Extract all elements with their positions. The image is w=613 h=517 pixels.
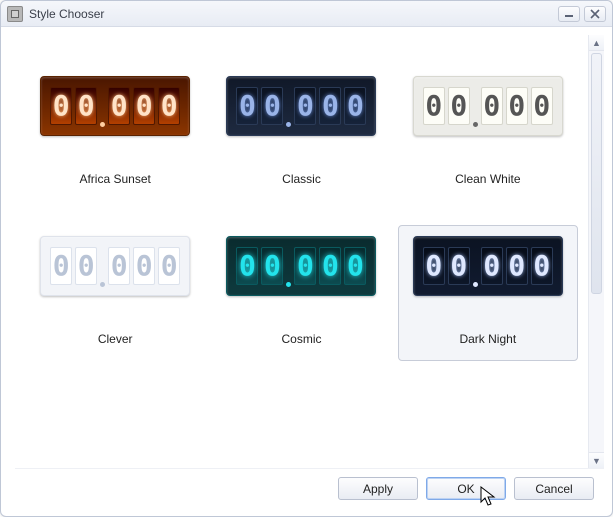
decimal-dot (473, 122, 478, 127)
digit: 0 (481, 87, 503, 125)
digit: 0 (108, 247, 130, 285)
style-label: Clean White (455, 172, 520, 186)
digit: 0 (236, 247, 258, 285)
scroll-down-button[interactable]: ▼ (589, 452, 604, 468)
close-icon (590, 9, 600, 19)
scroll-up-button[interactable]: ▲ (589, 35, 604, 51)
digit: 0 (133, 87, 155, 125)
vertical-scrollbar[interactable]: ▲ ▼ (588, 35, 604, 468)
style-thumbnail: 00000 (40, 236, 190, 296)
style-item-darknight[interactable]: 00000Dark Night (398, 225, 578, 361)
style-item-clever[interactable]: 00000Clever (25, 225, 205, 361)
digit: 0 (236, 87, 258, 125)
digit: 0 (133, 247, 155, 285)
style-thumbnail: 00000 (413, 236, 563, 296)
digit: 0 (261, 247, 283, 285)
digit: 0 (448, 87, 470, 125)
style-label: Clever (98, 332, 133, 346)
digit: 0 (531, 87, 553, 125)
digit: 0 (294, 247, 316, 285)
digit: 0 (75, 87, 97, 125)
dialog-button-row: Apply OK Cancel (15, 468, 604, 508)
style-item-africa[interactable]: 00000Africa Sunset (25, 65, 205, 201)
client-area: 00000Africa Sunset00000Classic00000Clean… (1, 27, 612, 516)
digit: 0 (423, 247, 445, 285)
style-chooser-window: Style Chooser 00000Africa Sunset00000Cla… (0, 0, 613, 517)
digit: 0 (294, 87, 316, 125)
decimal-dot (286, 122, 291, 127)
digit: 0 (108, 87, 130, 125)
digit: 0 (423, 87, 445, 125)
style-item-classic[interactable]: 00000Classic (211, 65, 391, 201)
digit: 0 (506, 247, 528, 285)
digit: 0 (158, 87, 180, 125)
apply-button[interactable]: Apply (338, 477, 418, 500)
cancel-button[interactable]: Cancel (514, 477, 594, 500)
minimize-icon (564, 10, 574, 18)
digit: 0 (344, 87, 366, 125)
style-label: Cosmic (281, 332, 321, 346)
style-label: Dark Night (459, 332, 516, 346)
digit: 0 (319, 87, 341, 125)
window-title: Style Chooser (29, 7, 104, 21)
decimal-dot (100, 282, 105, 287)
style-label: Classic (282, 172, 321, 186)
close-button[interactable] (584, 6, 606, 22)
digit: 0 (75, 247, 97, 285)
digit: 0 (319, 247, 341, 285)
digit: 0 (344, 247, 366, 285)
style-thumbnail: 00000 (413, 76, 563, 136)
titlebar: Style Chooser (1, 1, 612, 27)
style-grid: 00000Africa Sunset00000Classic00000Clean… (25, 65, 578, 361)
app-icon (7, 6, 23, 22)
decimal-dot (473, 282, 478, 287)
digit: 0 (481, 247, 503, 285)
minimize-button[interactable] (558, 6, 580, 22)
style-label: Africa Sunset (79, 172, 150, 186)
decimal-dot (286, 282, 291, 287)
digit: 0 (50, 87, 72, 125)
digit: 0 (158, 247, 180, 285)
style-thumbnail: 00000 (226, 76, 376, 136)
scroll-track[interactable] (589, 51, 604, 452)
digit: 0 (506, 87, 528, 125)
digit: 0 (50, 247, 72, 285)
style-thumbnail: 00000 (40, 76, 190, 136)
ok-button[interactable]: OK (426, 477, 506, 500)
digit: 0 (531, 247, 553, 285)
style-item-cosmic[interactable]: 00000Cosmic (211, 225, 391, 361)
digit: 0 (448, 247, 470, 285)
style-thumbnail: 00000 (226, 236, 376, 296)
decimal-dot (100, 122, 105, 127)
digit: 0 (261, 87, 283, 125)
scroll-thumb[interactable] (591, 53, 602, 294)
style-item-cleanwhite[interactable]: 00000Clean White (398, 65, 578, 201)
